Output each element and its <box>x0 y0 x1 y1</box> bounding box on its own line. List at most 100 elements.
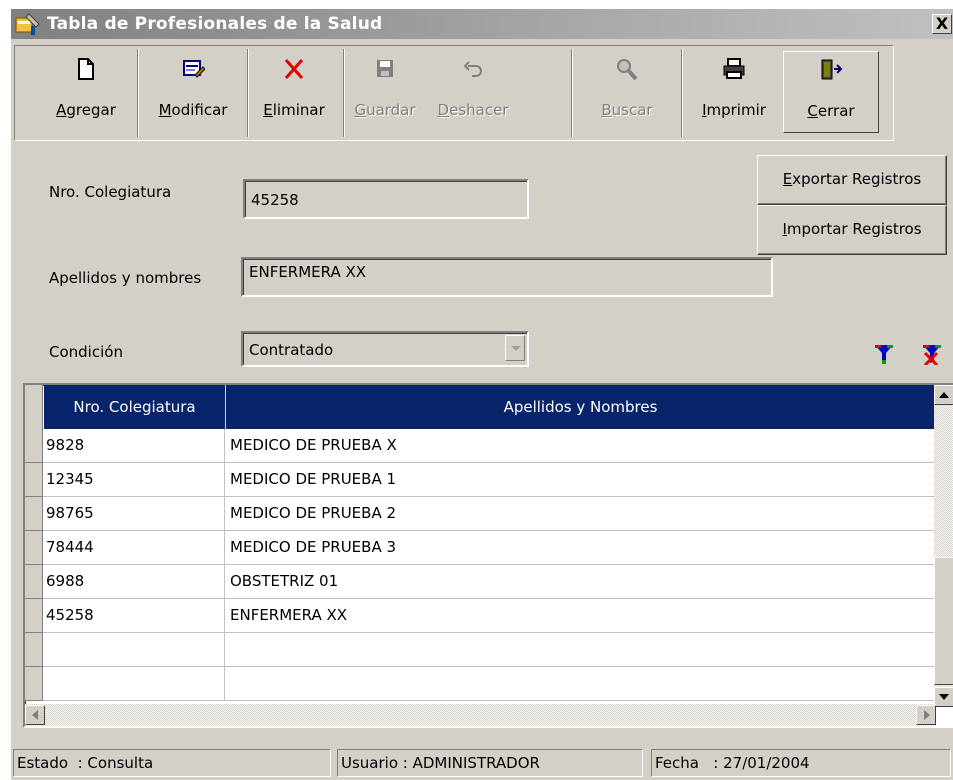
cell-nombre[interactable]: OBSTETRIZ 01 <box>226 565 936 599</box>
agregar-button[interactable]: Agregar <box>41 51 131 133</box>
cell-nombre[interactable]: MEDICO DE PRUEBA 3 <box>226 531 936 565</box>
cerrar-mnemonic: C <box>807 102 818 120</box>
agregar-label: gregar <box>66 101 116 119</box>
column-header-colegiatura[interactable]: Nro. Colegiatura <box>44 385 226 429</box>
cell-nombre[interactable] <box>226 667 936 701</box>
table-row[interactable]: 98765 MEDICO DE PRUEBA 2 <box>25 497 936 531</box>
condicion-label: Condición <box>49 343 123 361</box>
toolbar-separator <box>343 49 345 137</box>
status-bar: Estado : Consulta Usuario : ADMINISTRADO… <box>11 747 953 780</box>
row-indicator <box>25 429 43 463</box>
table-row[interactable]: 12345 MEDICO DE PRUEBA 1 <box>25 463 936 497</box>
guardar-button[interactable]: Guardar <box>347 51 423 133</box>
cerrar-label: errar <box>817 102 855 120</box>
deshacer-label: eshacer <box>449 101 509 119</box>
buscar-mnemonic: B <box>601 101 612 119</box>
cell-colegiatura[interactable]: 6988 <box>44 565 225 599</box>
vertical-scrollbar[interactable] <box>934 385 953 707</box>
cell-nombre[interactable]: MEDICO DE PRUEBA 1 <box>226 463 936 497</box>
row-indicator <box>25 531 43 565</box>
exportar-registros-button[interactable]: Exportar Registros <box>757 155 947 205</box>
scroll-right-button[interactable] <box>916 705 936 725</box>
importar-registros-button[interactable]: Importar Registros <box>757 205 947 255</box>
table-row[interactable]: 78444 MEDICO DE PRUEBA 3 <box>25 531 936 565</box>
deshacer-button[interactable]: Deshacer <box>423 51 523 133</box>
table-row[interactable]: 6988 OBSTETRIZ 01 <box>25 565 936 599</box>
cell-nombre[interactable]: MEDICO DE PRUEBA X <box>226 429 936 463</box>
table-row[interactable]: 45258 ENFERMERA XX <box>25 599 936 633</box>
row-indicator <box>25 565 43 599</box>
cell-colegiatura[interactable]: 45258 <box>44 599 225 633</box>
status-usuario: Usuario : ADMINISTRADOR <box>337 749 643 777</box>
window-title: Tabla de Profesionales de la Salud <box>47 14 383 34</box>
imprimir-button[interactable]: Imprimir <box>687 51 781 133</box>
modificar-button[interactable]: Modificar <box>143 51 243 133</box>
cell-colegiatura[interactable] <box>44 667 225 701</box>
guardar-label: uardar <box>366 101 416 119</box>
table-row[interactable]: 9828 MEDICO DE PRUEBA X <box>25 429 936 463</box>
chevron-down-icon[interactable] <box>505 335 525 361</box>
deshacer-mnemonic: D <box>437 101 450 119</box>
exit-door-icon <box>784 58 878 92</box>
exportar-label: xportar Registros <box>792 170 922 188</box>
profesionales-grid[interactable]: Nro. Colegiatura Apellidos y Nombres 982… <box>23 383 953 728</box>
row-indicator <box>25 667 43 701</box>
row-indicator <box>25 633 43 667</box>
cell-nombre[interactable]: ENFERMERA XX <box>226 599 936 633</box>
colegiatura-label: Nro. Colegiatura <box>49 183 172 201</box>
importar-label: mportar Registros <box>786 220 922 238</box>
column-header-nombres[interactable]: Apellidos y Nombres <box>226 385 936 429</box>
cerrar-button[interactable]: Cerrar <box>783 51 879 133</box>
cell-colegiatura[interactable]: 98765 <box>44 497 225 531</box>
cell-colegiatura[interactable] <box>44 633 225 667</box>
table-row[interactable] <box>25 633 936 667</box>
condicion-value: Contratado <box>249 341 334 359</box>
close-icon: X <box>935 14 949 33</box>
filter-icon[interactable] <box>873 343 895 365</box>
edit-form-icon <box>143 57 243 91</box>
nombres-field[interactable]: ENFERMERA XX <box>241 257 773 297</box>
toolbar: Agregar Modificar Eliminar Guardar Desha… <box>11 45 953 145</box>
nombres-label: Apellidos y nombres <box>49 269 202 287</box>
status-estado: Estado : Consulta <box>13 749 331 777</box>
app-tools-icon <box>15 12 41 36</box>
row-indicator <box>25 599 43 633</box>
close-window-button[interactable]: X <box>932 14 952 34</box>
scroll-down-button[interactable] <box>934 687 953 707</box>
toolbar-separator <box>681 49 683 137</box>
arrow-down-icon <box>939 694 949 700</box>
horizontal-scrollbar[interactable] <box>25 704 936 726</box>
eliminar-label: liminar <box>272 101 325 119</box>
status-fecha: Fecha : 27/01/2004 <box>651 749 951 777</box>
search-icon <box>577 57 677 91</box>
vertical-scroll-thumb[interactable] <box>934 557 953 685</box>
scroll-left-button[interactable] <box>25 705 45 725</box>
arrow-right-icon <box>924 710 930 720</box>
main-window: Tabla de Profesionales de la Salud X Agr… <box>10 8 953 780</box>
condicion-select[interactable]: Contratado <box>241 331 529 367</box>
title-bar[interactable]: Tabla de Profesionales de la Salud X <box>11 9 953 39</box>
remove-filter-icon[interactable] <box>921 343 943 367</box>
modificar-label: odificar <box>171 101 228 119</box>
new-document-icon <box>41 57 131 91</box>
eliminar-button[interactable]: Eliminar <box>251 51 337 133</box>
table-row[interactable] <box>25 667 936 701</box>
cell-colegiatura[interactable]: 12345 <box>44 463 225 497</box>
cell-colegiatura[interactable]: 9828 <box>44 429 225 463</box>
exportar-mnemonic: E <box>782 170 793 188</box>
buscar-button[interactable]: Buscar <box>577 51 677 133</box>
toolbar-separator <box>247 49 249 137</box>
scroll-up-button[interactable] <box>934 385 953 405</box>
cell-nombre[interactable]: MEDICO DE PRUEBA 2 <box>226 497 936 531</box>
row-indicator <box>25 463 43 497</box>
toolbar-separator <box>137 49 139 137</box>
cell-nombre[interactable] <box>226 633 936 667</box>
arrow-left-icon <box>32 710 38 720</box>
cell-colegiatura[interactable]: 78444 <box>44 531 225 565</box>
undo-icon <box>423 57 523 91</box>
arrow-up-icon <box>939 392 949 398</box>
colegiatura-field[interactable]: 45258 <box>243 179 529 219</box>
printer-icon <box>687 57 781 91</box>
eliminar-mnemonic: E <box>263 101 273 119</box>
header-indicator <box>25 385 43 429</box>
